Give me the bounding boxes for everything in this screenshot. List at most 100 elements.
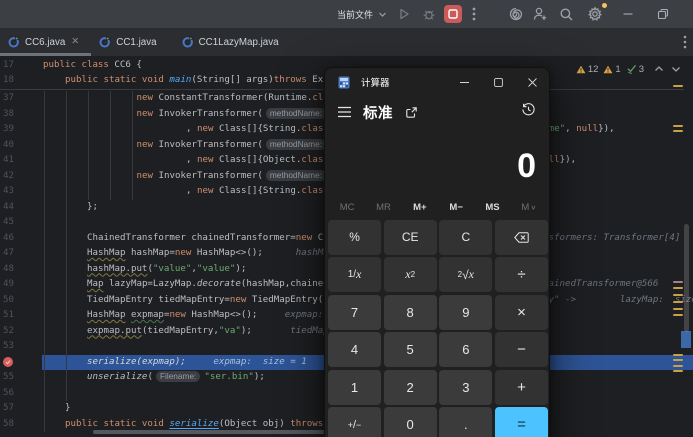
calc-key-eight[interactable]: 8 [384,295,437,330]
editor-tab-CC1LazyMap.java[interactable]: CCC1LazyMap.java [174,28,296,56]
calc-key-subtract[interactable]: − [495,332,548,367]
typo-check-icon [626,64,637,74]
error-stripe-mark[interactable] [673,130,683,132]
code-token: serialize [87,357,136,367]
search-everywhere-button[interactable] [554,2,578,26]
error-stripe-mark[interactable] [673,281,683,283]
code-token: CC6 { [114,60,141,70]
line-number: 37 [0,91,14,107]
calc-key-equals[interactable]: = [495,407,548,437]
keep-on-top-icon[interactable] [405,106,418,119]
code-line-44: }; [87,200,98,216]
kebab-menu-icon [683,35,687,49]
prev-problem-button[interactable] [654,65,664,73]
calc-key-square[interactable]: x2 [384,257,437,292]
code-token: new [197,124,219,134]
editor-tab-CC1.java[interactable]: C CC1.java [91,28,173,56]
history-icon[interactable] [521,102,536,117]
error-stripe-mark[interactable] [673,308,683,310]
code-token: throws [290,419,323,429]
calc-key-one[interactable]: 1 [328,370,381,405]
run-button[interactable] [392,2,416,26]
next-problem-button[interactable] [671,65,681,73]
error-stripe-mark[interactable] [673,370,683,372]
code-line-55: unserialize(Filename:"ser.bin"); [87,370,265,386]
line-number: 51 [0,308,14,324]
line-number: 17 [0,58,14,74]
editor-tab-CC6.java[interactable]: CCC6.java✕ [0,28,91,56]
calc-close-button[interactable] [515,68,549,96]
calc-key-sqrt[interactable]: 2√x [439,257,492,292]
java-class-icon: C [99,36,111,48]
error-stripe-mark[interactable] [673,125,683,127]
calc-key-decimal[interactable]: . [439,407,492,437]
memory-button-mr[interactable]: MR [365,196,401,218]
calc-key-divide[interactable]: ÷ [495,257,548,292]
window-minimize-button[interactable] [616,0,640,28]
debug-button[interactable] [417,2,441,26]
memory-button-m-plus[interactable]: M+ [402,196,438,218]
calc-key-negate[interactable]: +/− [328,407,381,437]
calc-key-six[interactable]: 6 [439,332,492,367]
calculator-title-bar[interactable]: 计算器 [325,68,549,96]
calc-key-five[interactable]: 5 [384,332,437,367]
calc-key-nine[interactable]: 9 [439,295,492,330]
run-config-label: 当前文件 [337,8,373,21]
line-number: 48 [0,262,14,278]
tab-label: CC1.java [116,37,156,48]
tab-close-icon[interactable]: ✕ [71,37,79,47]
more-actions-button[interactable] [462,2,486,26]
tab-list-menu-button[interactable] [683,28,687,56]
inspections-widget[interactable]: 1213 [576,62,681,76]
stop-button[interactable] [444,5,462,23]
code-token: Class[]{Object. [219,155,301,165]
code-line-17: public class CC6 { [43,58,142,74]
code-token: unserialize [87,372,147,382]
line-number: 43 [0,184,14,200]
calc-key-seven[interactable]: 7 [328,295,381,330]
calc-key-clear-entry[interactable]: CE [384,220,437,255]
breakpoint-icon[interactable] [3,357,13,367]
code-token: }; [87,202,98,212]
calc-minimize-button[interactable] [447,68,481,96]
calc-key-three[interactable]: 3 [439,370,492,405]
window-restore-button[interactable] [651,0,675,28]
calc-key-percent[interactable]: % [328,220,381,255]
code-token: "value" [197,264,235,274]
code-token: ); [241,326,252,336]
error-stripe-mark[interactable] [673,314,683,316]
memory-button-ms[interactable]: MS [474,196,510,218]
calculator-header: 标准 [325,96,549,128]
settings-button[interactable] [583,2,607,26]
code-line-48: hashMap.put("value","value"); [87,262,246,278]
menu-icon[interactable] [337,106,352,118]
calc-key-multiply[interactable]: × [495,295,548,330]
error-stripe-current-line-mark[interactable] [681,331,691,348]
chevron-down-icon [671,65,681,73]
code-token: ); [235,264,246,274]
code-token: new [137,109,159,119]
memory-button-mc[interactable]: MC [329,196,365,218]
debug-icon [422,7,436,21]
stop-icon [448,9,458,19]
line-number: 45 [0,215,14,231]
code-token: Class[]{String. [219,124,301,134]
indent-guide [110,91,111,200]
calc-key-two[interactable]: 2 [384,370,437,405]
run-configuration-selector[interactable]: 当前文件 [331,0,393,28]
calc-key-add[interactable]: + [495,370,548,405]
calc-key-zero[interactable]: 0 [384,407,437,437]
calc-key-four[interactable]: 4 [328,332,381,367]
code-with-me-button[interactable] [528,2,552,26]
memory-button-m-dropdown[interactable]: M∨ [511,196,547,218]
ai-assistant-button[interactable] [504,2,528,26]
calc-key-backspace[interactable] [495,220,548,255]
calc-key-reciprocal[interactable]: 1/x [328,257,381,292]
calc-key-clear[interactable]: C [439,220,492,255]
error-stripe-mark[interactable] [673,287,683,289]
vertical-scrollbar[interactable] [684,224,689,332]
code-token: public static void [65,419,169,429]
tab-label: CC1LazyMap.java [199,37,279,48]
calc-maximize-button[interactable] [481,68,515,96]
memory-button-m-minus[interactable]: M− [438,196,474,218]
